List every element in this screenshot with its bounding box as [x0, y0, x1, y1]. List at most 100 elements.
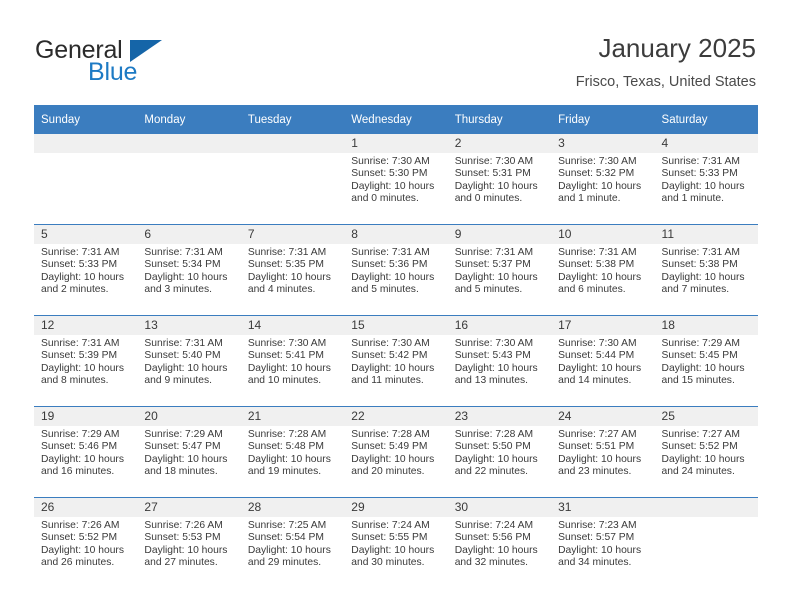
day-details: Sunrise: 7:31 AM Sunset: 5:39 PM Daylight:… — [34, 335, 137, 388]
day-number: 20 — [137, 407, 241, 426]
daylight-text-line2: and 24 minutes. — [661, 466, 735, 478]
day-details: Sunrise: 7:28 AM Sunset: 5:50 PM Daylight:… — [448, 426, 551, 479]
calendar-day-cell[interactable]: 29 Sunrise: 7:24 AM Sunset: 5:55 PM Dayligh… — [344, 497, 448, 588]
sunrise-text: Sunrise: 7:30 AM — [454, 338, 534, 349]
daylight-text-line1: Daylight: 10 hours — [454, 271, 538, 283]
calendar-day-cell[interactable]: 16 Sunrise: 7:30 AM Sunset: 5:43 PM Dayligh… — [447, 315, 552, 407]
sunrise-text: Sunrise: 7:31 AM — [144, 247, 223, 258]
day-details: Sunrise: 7:30 AM Sunset: 5:31 PM Daylight:… — [448, 153, 551, 206]
daylight-text-line1: Daylight: 10 hours — [558, 362, 642, 374]
sunset-text: Sunset: 5:42 PM — [351, 350, 428, 362]
calendar-day-cell[interactable]: 25 Sunrise: 7:27 AM Sunset: 5:52 PM Dayligh… — [654, 406, 758, 498]
sunrise-text: Sunrise: 7:24 AM — [454, 520, 534, 531]
sunrise-text: Sunrise: 7:31 AM — [41, 338, 120, 349]
page-header: General Blue January 2025 Frisco, Texas,… — [0, 0, 792, 104]
daylight-text-line1: Daylight: 10 hours — [247, 544, 331, 556]
day-details: Sunrise: 7:31 AM Sunset: 5:37 PM Daylight:… — [448, 244, 551, 297]
sunset-text: Sunset: 5:57 PM — [558, 532, 635, 544]
calendar-day-cell-empty — [654, 497, 758, 588]
weekday-header-saturday: Saturday — [654, 105, 758, 134]
calendar-day-cell[interactable]: 14 Sunrise: 7:30 AM Sunset: 5:41 PM Dayligh… — [240, 315, 345, 407]
calendar-day-cell[interactable]: 3 Sunrise: 7:30 AM Sunset: 5:32 PM Daylight… — [551, 134, 655, 225]
sunset-text: Sunset: 5:48 PM — [247, 441, 324, 453]
sunrise-text: Sunrise: 7:31 AM — [247, 247, 327, 258]
day-number: 16 — [447, 316, 552, 335]
day-details: Sunrise: 7:31 AM Sunset: 5:33 PM Daylight:… — [34, 244, 137, 297]
calendar-day-cell[interactable]: 28 Sunrise: 7:25 AM Sunset: 5:54 PM Dayligh… — [240, 497, 345, 588]
calendar-day-cell[interactable]: 26 Sunrise: 7:26 AM Sunset: 5:52 PM Dayligh… — [34, 497, 138, 588]
calendar-day-cell[interactable]: 2 Sunrise: 7:30 AM Sunset: 5:31 PM Daylight… — [447, 134, 552, 225]
sunset-text: Sunset: 5:38 PM — [661, 259, 738, 271]
logo-text-blue: Blue — [88, 58, 138, 86]
day-number: 14 — [240, 316, 345, 335]
daylight-text-line2: and 0 minutes. — [351, 193, 419, 205]
sunset-text: Sunset: 5:50 PM — [454, 441, 531, 453]
daylight-text-line2: and 13 minutes. — [454, 375, 528, 387]
daylight-text-line1: Daylight: 10 hours — [558, 180, 642, 192]
sunrise-text: Sunrise: 7:27 AM — [661, 429, 740, 440]
day-number: 31 — [551, 498, 655, 517]
calendar-day-cell[interactable]: 15 Sunrise: 7:30 AM Sunset: 5:42 PM Dayligh… — [344, 315, 448, 407]
sunset-text: Sunset: 5:41 PM — [247, 350, 324, 362]
general-blue-logo[interactable]: General Blue — [35, 36, 245, 92]
day-number: 2 — [447, 134, 552, 153]
calendar-day-cell[interactable]: 12 Sunrise: 7:31 AM Sunset: 5:39 PM Dayligh… — [34, 315, 138, 407]
page-subtitle-location: Frisco, Texas, United States — [575, 74, 756, 90]
calendar-day-cell[interactable]: 10 Sunrise: 7:31 AM Sunset: 5:38 PM Dayligh… — [551, 224, 655, 316]
calendar-day-cell[interactable]: 13 Sunrise: 7:31 AM Sunset: 5:40 PM Dayligh… — [137, 315, 241, 407]
day-number: 12 — [34, 316, 138, 335]
calendar-day-cell[interactable]: 7 Sunrise: 7:31 AM Sunset: 5:35 PM Daylight… — [240, 224, 345, 316]
daylight-text-line1: Daylight: 10 hours — [454, 544, 538, 556]
sunrise-text: Sunrise: 7:30 AM — [454, 156, 534, 167]
calendar-header-row-group: Sunday Monday Tuesday Wednesday Thursday… — [34, 105, 758, 134]
calendar-day-cell[interactable]: 19 Sunrise: 7:29 AM Sunset: 5:46 PM Dayligh… — [34, 406, 138, 498]
daylight-text-line2: and 1 minute. — [661, 193, 724, 205]
calendar-day-cell[interactable]: 6 Sunrise: 7:31 AM Sunset: 5:34 PM Daylight… — [137, 224, 241, 316]
calendar-day-cell[interactable]: 24 Sunrise: 7:27 AM Sunset: 5:51 PM Dayligh… — [551, 406, 655, 498]
title-block: January 2025 Frisco, Texas, United State… — [576, 32, 756, 91]
calendar-day-cell[interactable]: 31 Sunrise: 7:23 AM Sunset: 5:57 PM Dayligh… — [551, 497, 655, 588]
sunrise-text: Sunrise: 7:30 AM — [247, 338, 327, 349]
daylight-text-line1: Daylight: 10 hours — [144, 544, 228, 556]
sunset-text: Sunset: 5:47 PM — [144, 441, 221, 453]
calendar-day-cell[interactable]: 23 Sunrise: 7:28 AM Sunset: 5:50 PM Dayligh… — [447, 406, 552, 498]
calendar-day-cell[interactable]: 20 Sunrise: 7:29 AM Sunset: 5:47 PM Dayligh… — [137, 406, 241, 498]
day-details: Sunrise: 7:28 AM Sunset: 5:48 PM Daylight:… — [241, 426, 344, 479]
day-details: Sunrise: 7:23 AM Sunset: 5:57 PM Daylight:… — [551, 517, 654, 570]
day-details: Sunrise: 7:30 AM Sunset: 5:41 PM Daylight:… — [241, 335, 344, 388]
calendar-day-cell[interactable]: 30 Sunrise: 7:24 AM Sunset: 5:56 PM Dayligh… — [447, 497, 552, 588]
daylight-text-line2: and 9 minutes. — [144, 375, 212, 387]
calendar-week-row: 19 Sunrise: 7:29 AM Sunset: 5:46 PM Dayligh… — [34, 406, 758, 498]
sunset-text: Sunset: 5:37 PM — [454, 259, 531, 271]
daylight-text-line1: Daylight: 10 hours — [144, 362, 228, 374]
calendar-day-cell[interactable]: 11 Sunrise: 7:31 AM Sunset: 5:38 PM Dayligh… — [654, 224, 758, 316]
calendar-day-cell[interactable]: 21 Sunrise: 7:28 AM Sunset: 5:48 PM Dayligh… — [240, 406, 345, 498]
calendar-day-cell[interactable]: 18 Sunrise: 7:29 AM Sunset: 5:45 PM Dayligh… — [654, 315, 758, 407]
sunrise-text: Sunrise: 7:31 AM — [661, 247, 740, 258]
day-number: 22 — [344, 407, 448, 426]
sunrise-text: Sunrise: 7:31 AM — [144, 338, 223, 349]
calendar-day-cell[interactable]: 9 Sunrise: 7:31 AM Sunset: 5:37 PM Daylight… — [447, 224, 552, 316]
calendar-day-cell[interactable]: 17 Sunrise: 7:30 AM Sunset: 5:44 PM Dayligh… — [551, 315, 655, 407]
daylight-text-line1: Daylight: 10 hours — [558, 453, 642, 465]
day-details: Sunrise: 7:29 AM Sunset: 5:47 PM Daylight:… — [137, 426, 240, 479]
sunset-text: Sunset: 5:35 PM — [247, 259, 324, 271]
calendar-day-cell[interactable]: 8 Sunrise: 7:31 AM Sunset: 5:36 PM Daylight… — [344, 224, 448, 316]
daylight-text-line2: and 10 minutes. — [247, 375, 322, 387]
calendar-day-cell[interactable]: 4 Sunrise: 7:31 AM Sunset: 5:33 PM Daylight… — [654, 134, 758, 225]
day-number: 23 — [447, 407, 552, 426]
sunset-text: Sunset: 5:43 PM — [454, 350, 531, 362]
day-details: Sunrise: 7:30 AM Sunset: 5:43 PM Daylight:… — [448, 335, 551, 388]
calendar-day-cell[interactable]: 22 Sunrise: 7:28 AM Sunset: 5:49 PM Dayligh… — [344, 406, 448, 498]
sunset-text: Sunset: 5:36 PM — [351, 259, 428, 271]
weekday-header-wednesday: Wednesday — [344, 105, 448, 134]
daylight-text-line1: Daylight: 10 hours — [558, 271, 642, 283]
calendar-day-cell[interactable]: 27 Sunrise: 7:26 AM Sunset: 5:53 PM Dayligh… — [137, 497, 241, 588]
daylight-text-line1: Daylight: 10 hours — [144, 453, 228, 465]
daylight-text-line2: and 19 minutes. — [247, 466, 322, 478]
calendar-day-cell[interactable]: 5 Sunrise: 7:31 AM Sunset: 5:33 PM Daylight… — [34, 224, 138, 316]
day-number — [137, 134, 241, 153]
calendar-day-cell[interactable]: 1 Sunrise: 7:30 AM Sunset: 5:30 PM Daylight… — [344, 134, 448, 225]
daylight-text-line1: Daylight: 10 hours — [661, 453, 745, 465]
sunrise-text: Sunrise: 7:31 AM — [558, 247, 637, 258]
